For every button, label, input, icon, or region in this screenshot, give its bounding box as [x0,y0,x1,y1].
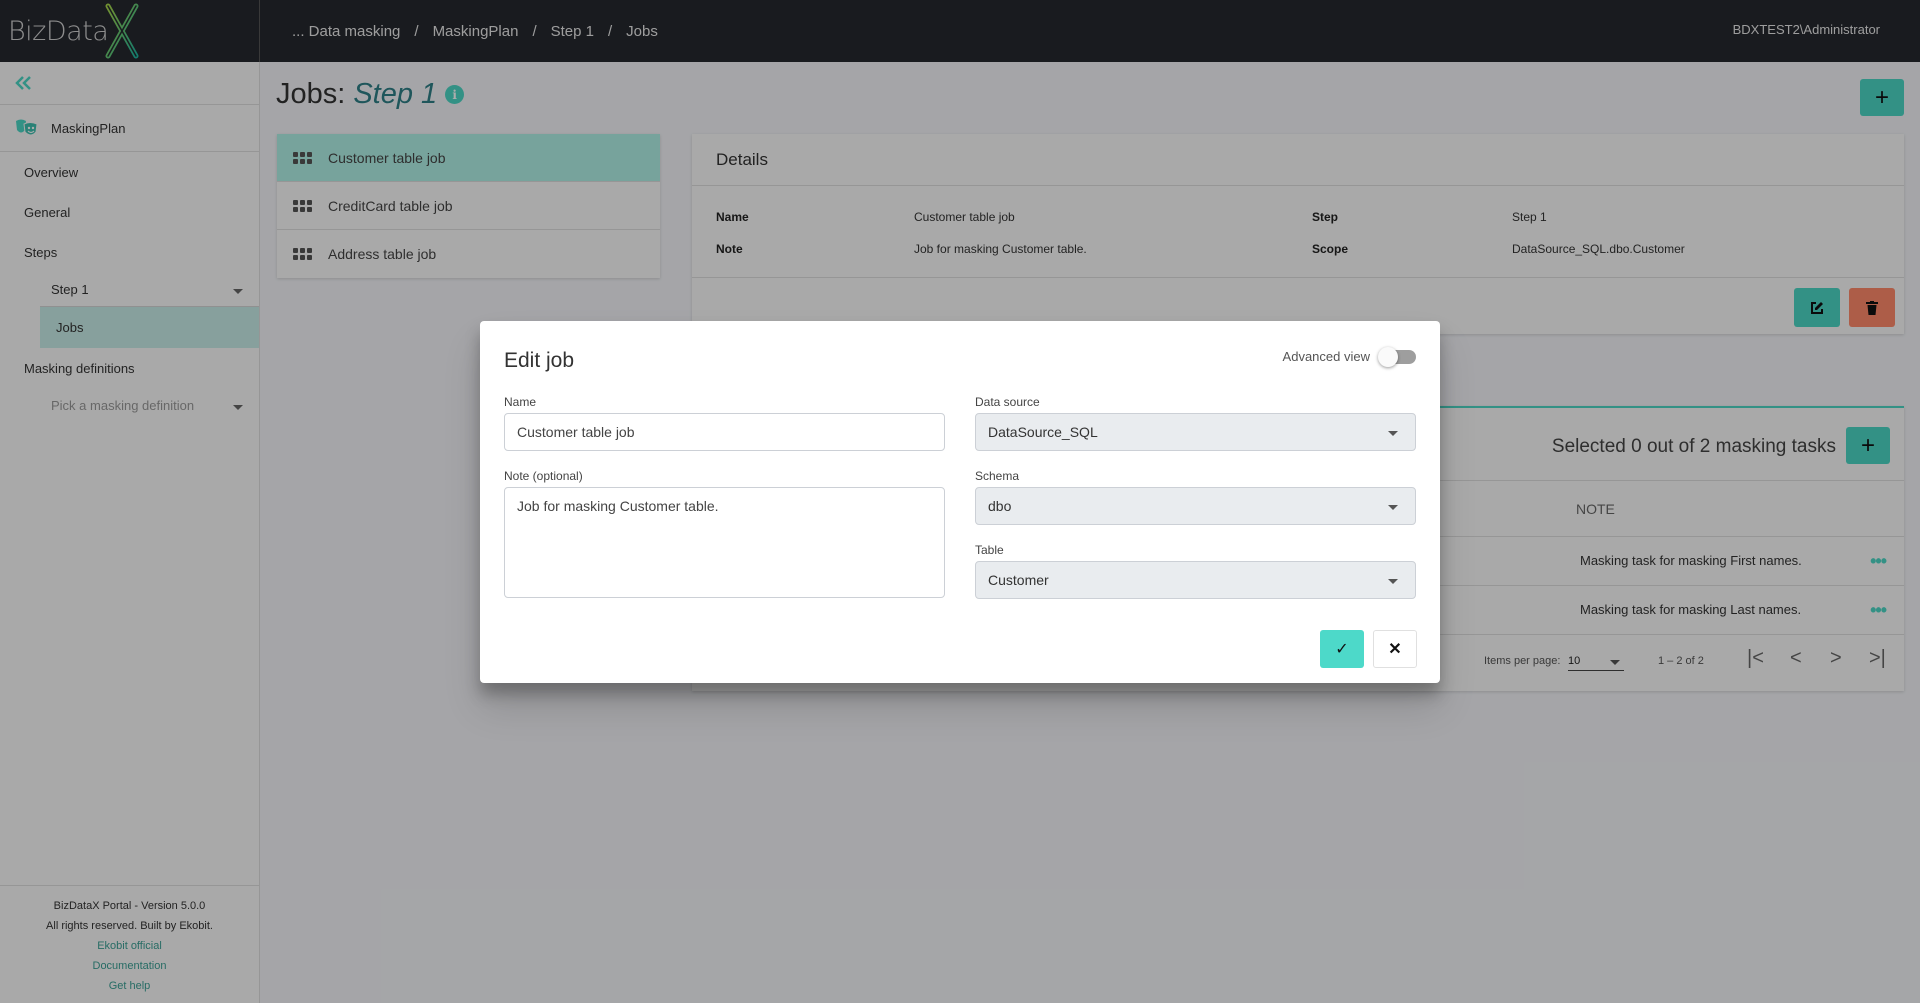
datasource-value: DataSource_SQL [988,424,1098,440]
name-input[interactable] [504,413,945,451]
note-label: Note (optional) [504,469,583,483]
chevron-down-icon [1388,505,1398,510]
chevron-down-icon [1388,431,1398,436]
chevron-down-icon [1388,579,1398,584]
schema-value: dbo [988,498,1012,514]
name-label: Name [504,395,537,409]
check-icon: ✓ [1335,641,1349,658]
advanced-view-toggle[interactable] [1378,346,1416,367]
advanced-view-label: Advanced view [1282,349,1370,364]
cancel-button[interactable]: ✕ [1373,630,1417,668]
confirm-button[interactable]: ✓ [1320,630,1364,668]
advanced-view-control: Advanced view [1282,346,1416,367]
close-icon: ✕ [1388,641,1402,658]
table-label: Table [975,543,1004,557]
datasource-label: Data source [975,395,1040,409]
note-textarea[interactable]: Job for masking Customer table. [504,487,945,598]
schema-select[interactable]: dbo [975,487,1416,525]
edit-job-dialog: Edit job Advanced view Name Note (option… [480,321,1440,683]
datasource-select[interactable]: DataSource_SQL [975,413,1416,451]
dialog-title: Edit job [504,349,575,372]
toggle-knob [1378,346,1398,367]
table-value: Customer [988,572,1049,588]
table-select[interactable]: Customer [975,561,1416,599]
schema-label: Schema [975,469,1020,483]
